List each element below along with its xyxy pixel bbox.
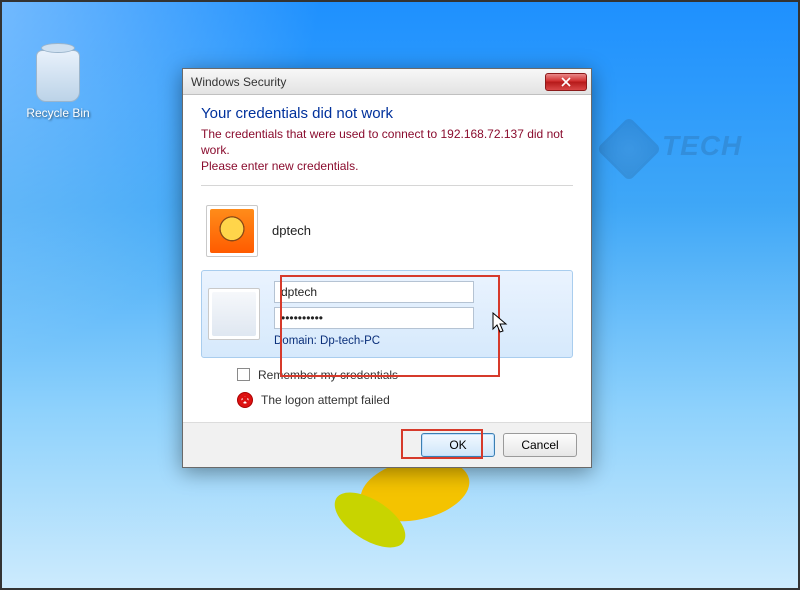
remember-label: Remember my credentials [258,368,398,382]
domain-label: Domain: Dp-tech-PC [274,335,566,347]
recycle-bin[interactable]: Recycle Bin [20,50,96,120]
cancel-button[interactable]: Cancel [503,433,577,457]
dialog-message-1: The credentials that were used to connec… [201,126,573,158]
error-text: The logon attempt failed [261,393,390,407]
username-input[interactable] [274,281,474,303]
remember-row: Remember my credentials [237,368,573,382]
close-button[interactable] [545,73,587,91]
titlebar[interactable]: Windows Security [183,69,591,95]
recycle-bin-label: Recycle Bin [20,106,96,120]
dialog-message-2: Please enter new credentials. [201,158,573,174]
user-avatar [206,205,258,257]
error-row: ✖ The logon attempt failed [237,392,573,408]
close-icon [561,77,571,87]
recycle-bin-icon [36,50,80,102]
saved-user-label: dptech [272,223,311,238]
saved-credential-tile[interactable]: dptech [201,198,573,264]
brand-watermark: TECH [600,120,780,180]
dialog-title: Windows Security [191,75,545,89]
remember-checkbox[interactable] [237,368,250,381]
ok-button[interactable]: OK [421,433,495,457]
windows-security-dialog: Windows Security Your credentials did no… [182,68,592,468]
other-credential-tile[interactable]: Domain: Dp-tech-PC [201,270,573,358]
dialog-heading: Your credentials did not work [201,105,573,122]
divider [201,185,573,186]
password-input[interactable] [274,307,474,329]
error-icon: ✖ [237,392,253,408]
button-row: OK Cancel [183,422,591,467]
blank-avatar [208,288,260,340]
dialog-content: Your credentials did not work The creden… [183,95,591,422]
